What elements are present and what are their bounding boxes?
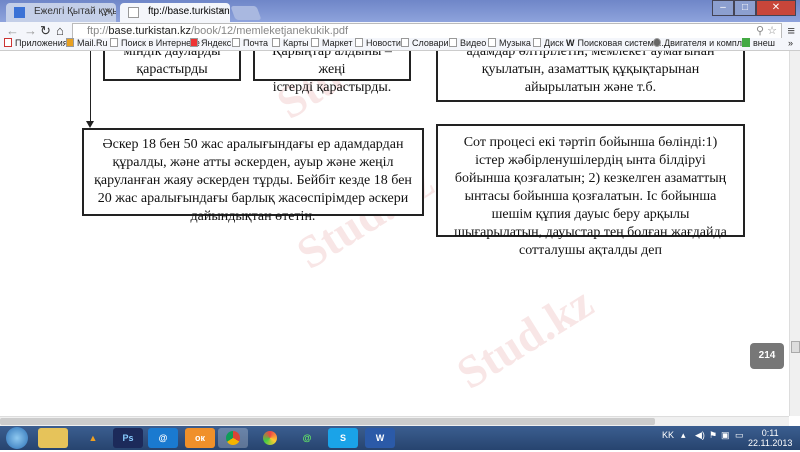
mail-ru-agent-icon[interactable]: @: [292, 428, 322, 448]
bookmark-label: Приложения: [15, 38, 68, 48]
bookmark-engines[interactable]: Двигателя и компл...: [653, 38, 750, 48]
menu-icon[interactable]: ≡: [787, 23, 795, 38]
language-indicator[interactable]: KK: [662, 430, 674, 440]
show-hidden-icons[interactable]: ▴: [681, 430, 686, 441]
explorer-icon[interactable]: [38, 428, 68, 448]
url-path: /book/12/memleketjanekukik.pdf: [190, 25, 349, 37]
bookmark-vnesh[interactable]: внеш: [742, 38, 775, 48]
watermark: Stud.kz: [447, 276, 602, 399]
games-icon[interactable]: [255, 428, 285, 448]
tab-inactive[interactable]: Ежелгі Қытай құқығы - П ✕: [6, 3, 116, 22]
action-center-flag-icon[interactable]: ⚑: [709, 430, 717, 441]
bookmark-slovari[interactable]: Словари: [401, 38, 449, 48]
display-icon[interactable]: ▭: [735, 430, 744, 441]
pdf-viewer: Stud.kz Stud.kz Stud.kz міндік дауларды …: [0, 51, 789, 416]
bookmark-label: Карты: [283, 38, 309, 48]
bookmarks-more-button[interactable]: »: [788, 38, 793, 48]
close-tab-icon[interactable]: ✕: [103, 6, 111, 17]
box-line: қуылатын, азаматтық құқықтарынан: [481, 62, 700, 77]
odnoklassniki-icon[interactable]: ок: [185, 428, 215, 448]
bookmark-star-icon[interactable]: ⚲ ☆: [756, 24, 777, 37]
url-scheme: ftp://: [87, 25, 109, 37]
google-favicon-icon: [14, 7, 25, 18]
bookmark-label: Поиск в Интернете: [121, 38, 200, 48]
bookmark-search[interactable]: Поиск в Интернете: [110, 38, 200, 48]
vertical-scrollbar[interactable]: [789, 51, 800, 416]
start-button[interactable]: [6, 427, 28, 449]
bookmark-disk[interactable]: Диск: [533, 38, 564, 48]
address-bar[interactable]: ftp://base.turkistan.kz/book/12/memleket…: [72, 23, 782, 39]
scroll-thumb[interactable]: [0, 418, 655, 425]
diagram-box-army: Әскер 18 бен 50 жас аралығындағы ер адам…: [82, 128, 424, 224]
bookmark-market[interactable]: Маркет: [311, 38, 352, 48]
bookmark-video[interactable]: Видео: [449, 38, 486, 48]
maximize-button[interactable]: □: [734, 0, 756, 16]
reload-icon[interactable]: ↻: [40, 23, 51, 39]
skype-icon[interactable]: S: [328, 428, 358, 448]
clock-date: 22.11.2013: [748, 438, 793, 448]
bookmark-muzyka[interactable]: Музыка: [488, 38, 531, 48]
home-icon[interactable]: ⌂: [56, 23, 64, 38]
bookmark-label: Маркет: [322, 38, 353, 48]
url-host: base.turkistan.kz: [108, 25, 191, 37]
box-text: Әскер 18 бен 50 жас аралығындағы ер адам…: [94, 137, 412, 224]
scroll-thumb[interactable]: [791, 341, 800, 353]
photoshop-icon[interactable]: Ps: [113, 428, 143, 448]
tab-active[interactable]: ftp://base.turkistan.kz/boo ✕: [120, 3, 230, 22]
bookmark-label: Двигателя и компл...: [664, 38, 750, 48]
diagram-box-2: Қарыңтар алдыны – жеңі істерді қарастырд…: [253, 51, 411, 95]
bookmark-label: Новости: [366, 38, 401, 48]
bookmark-wiki[interactable]: W Поисковая система...: [566, 38, 666, 48]
bookmarks-bar: Приложения Mail.Ru Поиск в Интернете Янд…: [0, 38, 800, 51]
box-line: міндік дауларды: [123, 51, 221, 59]
volume-icon[interactable]: ◀): [695, 430, 705, 441]
bookmark-label: Музыка: [499, 38, 531, 48]
page-number-badge: 214: [750, 343, 784, 369]
box-line: қарастырды: [136, 62, 208, 77]
horizontal-scrollbar[interactable]: [0, 416, 789, 426]
bookmark-novosti[interactable]: Новости: [355, 38, 401, 48]
close-tab-icon[interactable]: ✕: [217, 6, 225, 17]
windows-taskbar: ▲ Ps @ ок @ S W KK ▴ ◀) ⚑ ▣ ▭ 0:11 22.11…: [0, 426, 800, 450]
diagram-box-3: адамдар өлтірілетін, мемлекет аумағынан …: [436, 51, 745, 102]
bookmark-apps[interactable]: Приложения: [4, 38, 68, 48]
clock-time: 0:11: [761, 428, 779, 438]
box-line: айырылатын және т.б.: [524, 80, 657, 95]
network-icon[interactable]: ▣: [721, 430, 730, 441]
bookmark-label: Яндекс: [201, 38, 232, 48]
clock[interactable]: 0:11 22.11.2013: [748, 428, 792, 448]
chrome-icon[interactable]: [218, 428, 248, 448]
bookmark-label: Диск: [544, 38, 564, 48]
word-icon[interactable]: W: [365, 428, 395, 448]
connector-line: [90, 51, 91, 125]
box-line: адамдар өлтірілетін, мемлекет аумағынан: [466, 51, 715, 59]
page-icon: [128, 7, 139, 18]
forward-icon[interactable]: →: [24, 23, 37, 38]
mail-agent-icon[interactable]: @: [148, 428, 178, 448]
box-line: істерді қарастырды.: [272, 80, 392, 95]
bookmark-pochta[interactable]: Почта: [232, 38, 268, 48]
diagram-box-court: Сот процесі екі тәртіп бойынша бөлінді:1…: [436, 124, 745, 258]
close-window-button[interactable]: ✕: [756, 0, 796, 16]
arrow-down-icon: [86, 121, 94, 128]
box-line: Қарыңтар алдыны – жеңі: [272, 51, 392, 77]
bookmark-label: Mail.Ru: [77, 38, 108, 48]
bookmark-label: Видео: [460, 38, 487, 48]
bookmark-mailru[interactable]: Mail.Ru: [66, 38, 108, 48]
diagram-box-1: міндік дауларды қарастырды: [103, 51, 241, 81]
back-icon[interactable]: ←: [6, 23, 19, 38]
bookmark-yandex[interactable]: Яндекс: [190, 38, 231, 48]
bookmark-label: Почта: [243, 38, 268, 48]
bookmark-label: внеш: [753, 38, 775, 48]
minimize-button[interactable]: –: [712, 0, 734, 16]
aimp-icon[interactable]: ▲: [78, 428, 108, 448]
bookmark-karty[interactable]: Карты: [272, 38, 309, 48]
browser-titlebar: Ежелгі Қытай құқығы - П ✕ ftp://base.tur…: [0, 0, 800, 22]
bookmark-label: Словари: [412, 38, 449, 48]
new-tab-button[interactable]: [230, 6, 262, 20]
box-text: Сот процесі екі тәртіп бойынша бөлінді:1…: [454, 135, 727, 258]
